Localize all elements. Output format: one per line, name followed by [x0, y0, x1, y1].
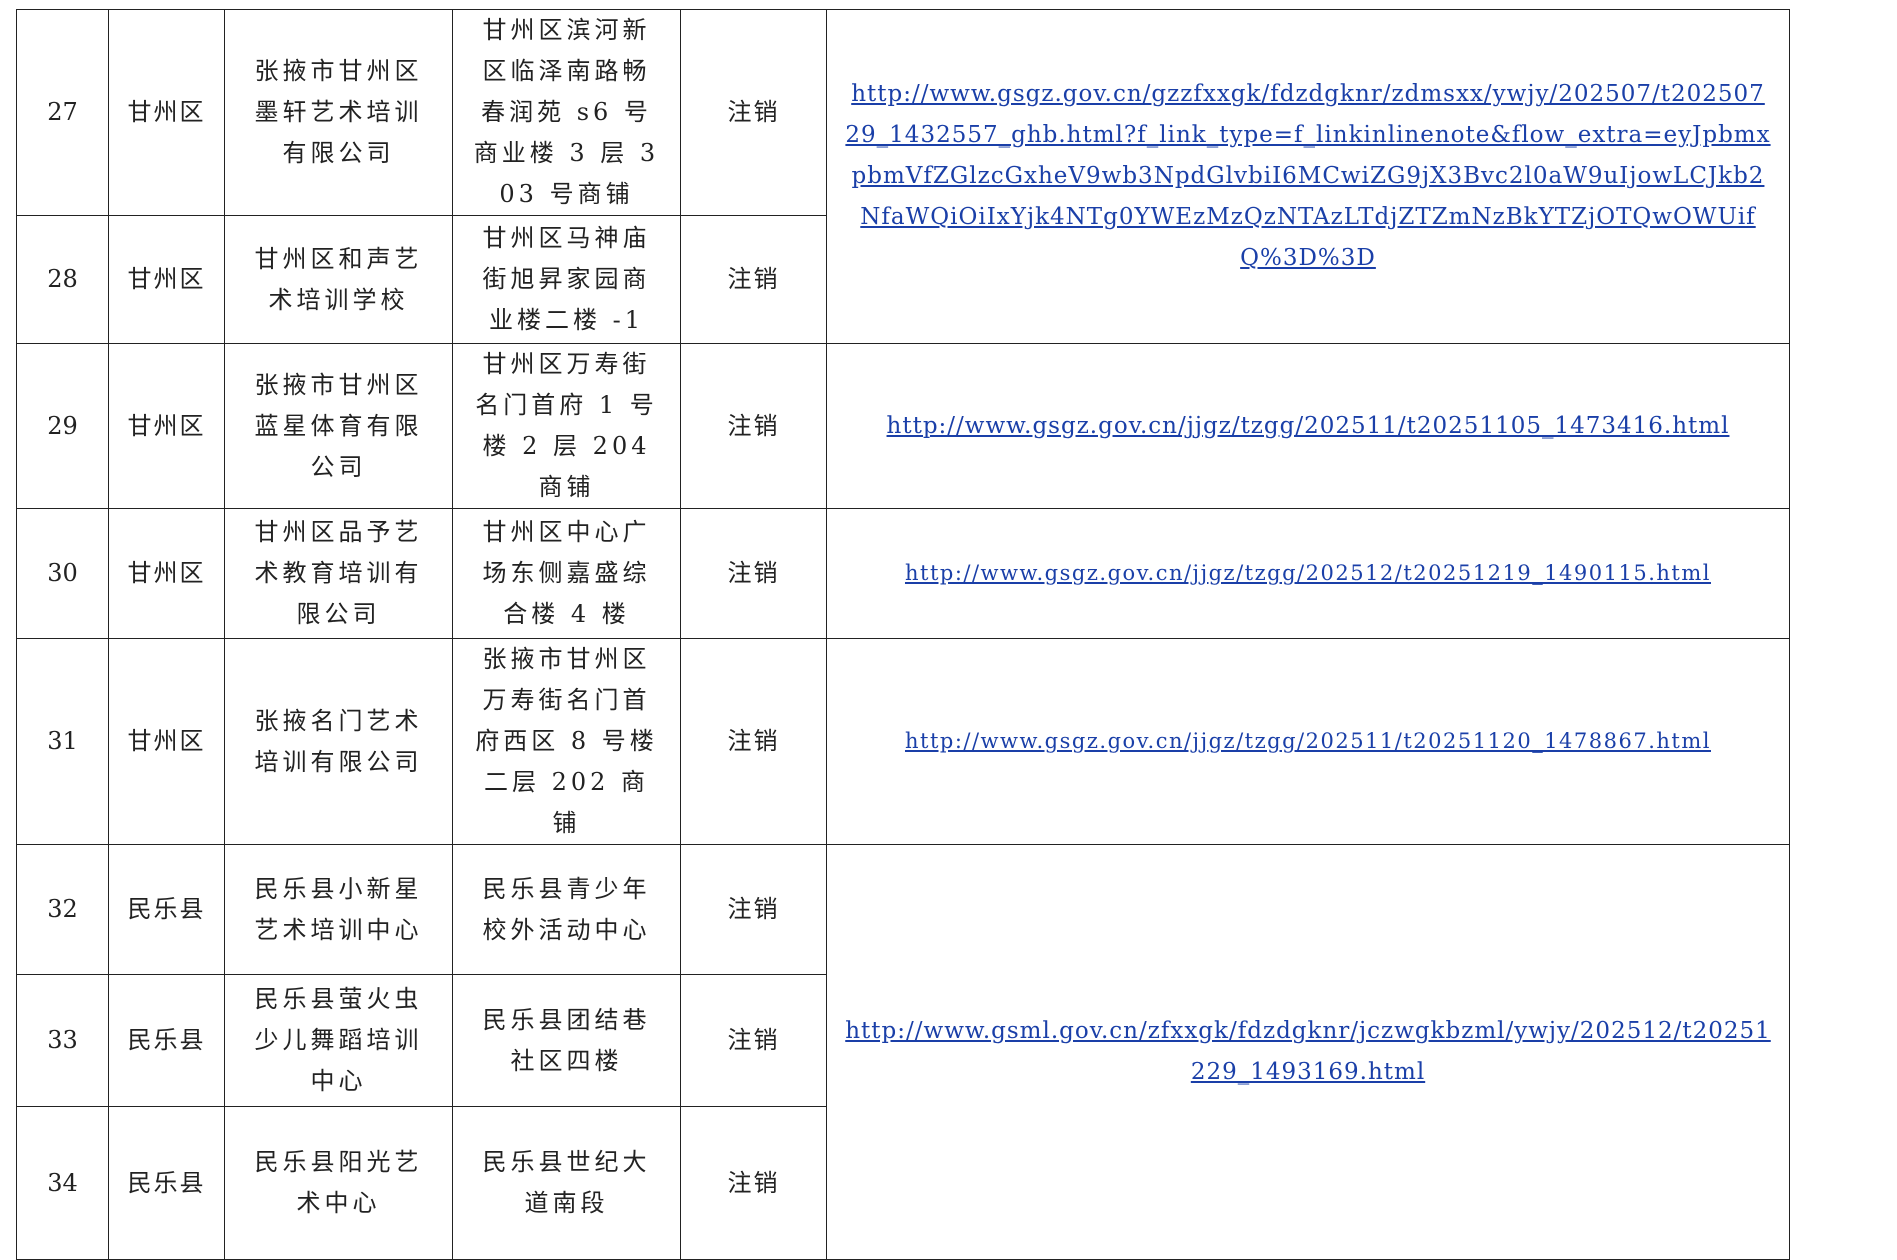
notice-link[interactable]: http://www.gsgz.gov.cn/jjgz/tzgg/202511/…: [905, 729, 1711, 753]
registry-table-wrapper: 27 甘州区 张掖市甘州区墨轩艺术培训有限公司 甘州区滨河新区临泽南路畅春润苑 …: [16, 9, 1790, 1260]
institution-name-cell: 民乐县萤火虫少儿舞蹈培训中心: [224, 974, 453, 1107]
row-number: 33: [16, 974, 109, 1107]
address-cell: 甘州区中心广场东侧嘉盛综合楼 4 楼: [452, 508, 681, 639]
row-number: 28: [16, 215, 109, 344]
status-cell: 注销: [680, 638, 827, 845]
institution-name-cell: 张掖名门艺术培训有限公司: [224, 638, 453, 845]
table-row: 32 民乐县 民乐县小新星艺术培训中心 民乐县青少年校外活动中心 注销 http…: [16, 844, 1790, 1260]
notice-link-cell: http://www.gsgz.gov.cn/jjgz/tzgg/202511/…: [826, 343, 1790, 509]
row-number: 34: [16, 1106, 109, 1260]
notice-link-cell: http://www.gsgz.gov.cn/jjgz/tzgg/202511/…: [826, 638, 1790, 845]
notice-link[interactable]: http://www.gsgz.gov.cn/gzzfxxgk/fdzdgknr…: [845, 81, 1770, 271]
table-row: 27 甘州区 张掖市甘州区墨轩艺术培训有限公司 甘州区滨河新区临泽南路畅春润苑 …: [16, 9, 1790, 344]
registry-table: 27 甘州区 张掖市甘州区墨轩艺术培训有限公司 甘州区滨河新区临泽南路畅春润苑 …: [16, 9, 1790, 1260]
status-cell: 注销: [680, 1106, 827, 1260]
district-cell: 甘州区: [108, 343, 225, 509]
institution-name-cell: 张掖市甘州区墨轩艺术培训有限公司: [224, 9, 453, 216]
district-cell: 甘州区: [108, 9, 225, 216]
district-cell: 民乐县: [108, 844, 225, 975]
institution-name-cell: 甘州区品予艺术教育培训有限公司: [224, 508, 453, 639]
row-number: 30: [16, 508, 109, 639]
address-cell: 民乐县团结巷社区四楼: [452, 974, 681, 1107]
district-cell: 民乐县: [108, 974, 225, 1107]
row-number: 27: [16, 9, 109, 216]
status-cell: 注销: [680, 9, 827, 216]
district-cell: 民乐县: [108, 1106, 225, 1260]
notice-link-cell: http://www.gsgz.gov.cn/gzzfxxgk/fdzdgknr…: [826, 9, 1790, 344]
address-cell: 甘州区滨河新区临泽南路畅春润苑 s6 号商业楼 3 层 303 号商铺: [452, 9, 681, 216]
notice-link[interactable]: http://www.gsgz.gov.cn/jjgz/tzgg/202511/…: [887, 413, 1730, 439]
row-number: 32: [16, 844, 109, 975]
status-cell: 注销: [680, 215, 827, 344]
notice-link-cell: http://www.gsml.gov.cn/zfxxgk/fdzdgknr/j…: [826, 844, 1790, 1260]
institution-name-cell: 民乐县小新星艺术培训中心: [224, 844, 453, 975]
institution-name-cell: 民乐县阳光艺术中心: [224, 1106, 453, 1260]
status-cell: 注销: [680, 844, 827, 975]
address-cell: 甘州区万寿街名门首府 1 号楼 2 层 204 商铺: [452, 343, 681, 509]
institution-name-cell: 张掖市甘州区蓝星体育有限公司: [224, 343, 453, 509]
table-row: 30 甘州区 甘州区品予艺术教育培训有限公司 甘州区中心广场东侧嘉盛综合楼 4 …: [16, 508, 1790, 639]
district-cell: 甘州区: [108, 508, 225, 639]
notice-link-cell: http://www.gsgz.gov.cn/jjgz/tzgg/202512/…: [826, 508, 1790, 639]
notice-link[interactable]: http://www.gsml.gov.cn/zfxxgk/fdzdgknr/j…: [845, 1018, 1771, 1085]
status-cell: 注销: [680, 343, 827, 509]
row-number: 29: [16, 343, 109, 509]
row-number: 31: [16, 638, 109, 845]
institution-name-cell: 甘州区和声艺术培训学校: [224, 215, 453, 344]
district-cell: 甘州区: [108, 638, 225, 845]
status-cell: 注销: [680, 974, 827, 1107]
table-row: 29 甘州区 张掖市甘州区蓝星体育有限公司 甘州区万寿街名门首府 1 号楼 2 …: [16, 343, 1790, 509]
district-cell: 甘州区: [108, 215, 225, 344]
notice-link[interactable]: http://www.gsgz.gov.cn/jjgz/tzgg/202512/…: [905, 561, 1711, 585]
address-cell: 民乐县世纪大道南段: [452, 1106, 681, 1260]
address-cell: 甘州区马神庙街旭昇家园商业楼二楼 -1: [452, 215, 681, 344]
status-cell: 注销: [680, 508, 827, 639]
address-cell: 民乐县青少年校外活动中心: [452, 844, 681, 975]
table-row: 31 甘州区 张掖名门艺术培训有限公司 张掖市甘州区万寿街名门首府西区 8 号楼…: [16, 638, 1790, 845]
address-cell: 张掖市甘州区万寿街名门首府西区 8 号楼二层 202 商铺: [452, 638, 681, 845]
